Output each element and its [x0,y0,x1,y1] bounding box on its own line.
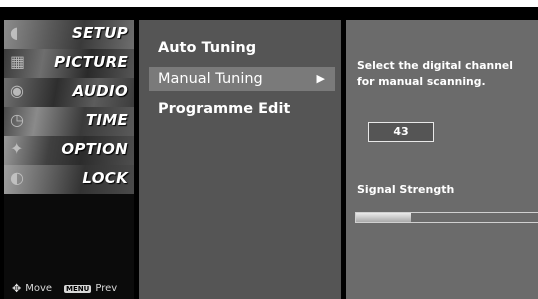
tv-osd-screen: ◖ SETUP ▦ PICTURE ◉ AUDIO ◷ TIME ✦ OPTIO… [0,7,538,299]
menu-item-manual-tuning[interactable]: Manual Tuning ▶ [149,67,335,91]
category-label: TIME [85,111,128,129]
menu-item-auto-tuning[interactable]: Auto Tuning [149,36,335,60]
category-label: SETUP [72,24,128,42]
instruction-text: Select the digital channel for manual sc… [357,59,513,88]
category-label: LOCK [82,169,128,187]
category-picture[interactable]: ▦ PICTURE [4,49,134,78]
menu-item-label: Auto Tuning [158,40,257,56]
menu-item-label: Manual Tuning [158,71,263,87]
arrow-right-icon: ▶ [316,72,325,85]
manual-tuning-panel: Select the digital channel for manual sc… [346,20,538,299]
move-arrows-icon: ✥ [12,282,22,295]
move-label: Move [25,283,53,294]
signal-strength-label: Signal Strength [357,183,455,196]
key-legend: ✥ Move MENU Prev [12,282,117,295]
prev-label: Prev [95,283,118,294]
category-audio[interactable]: ◉ AUDIO [4,78,134,107]
option-icon: ✦ [10,139,24,158]
category-label: OPTION [61,140,128,158]
signal-strength-fill [356,213,411,222]
category-label: PICTURE [54,53,128,71]
category-time[interactable]: ◷ TIME [4,107,134,136]
category-lock[interactable]: ◐ LOCK [4,165,134,194]
setup-menu-panel: Auto Tuning Manual Tuning ▶ Programme Ed… [139,20,341,299]
speaker-icon: ◉ [10,81,24,100]
clock-icon: ◷ [10,110,24,129]
category-column: ◖ SETUP ▦ PICTURE ◉ AUDIO ◷ TIME ✦ OPTIO… [4,20,134,299]
menu-item-programme-edit[interactable]: Programme Edit [149,97,335,121]
category-option[interactable]: ✦ OPTION [4,136,134,165]
category-label: AUDIO [72,82,128,100]
category-setup[interactable]: ◖ SETUP [4,20,134,49]
lock-icon: ◐ [10,168,24,187]
menu-key-icon: MENU [64,284,92,293]
channel-number-field[interactable]: 43 [368,122,434,142]
signal-strength-bar [355,212,538,223]
film-icon: ▦ [10,52,26,71]
satellite-dish-icon: ◖ [10,23,19,42]
menu-item-label: Programme Edit [158,101,291,117]
